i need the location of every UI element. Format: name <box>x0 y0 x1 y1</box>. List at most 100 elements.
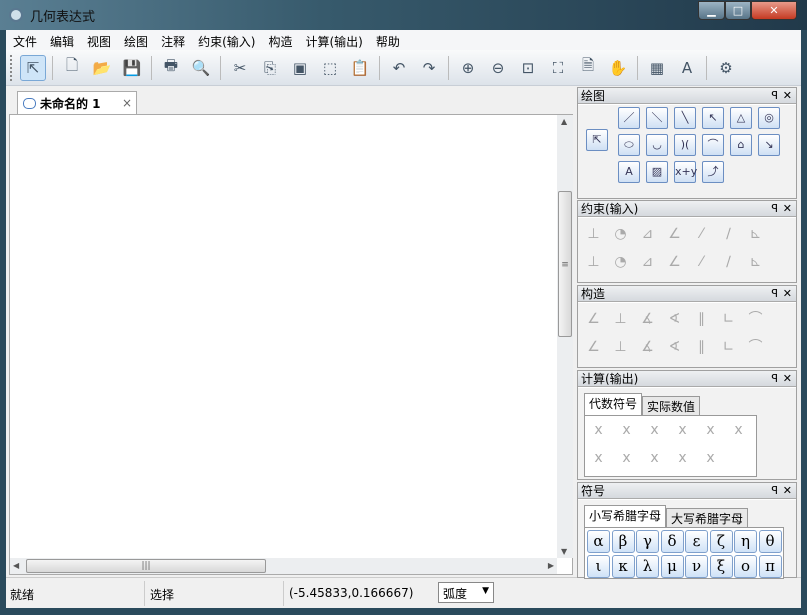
zoom-out-icon[interactable]: ⊖ <box>485 55 511 81</box>
compute-tool-button[interactable]: x <box>699 447 722 469</box>
construct-tool-button[interactable]: ∟ <box>717 336 740 358</box>
scroll-left-arrow[interactable]: ◀ <box>13 561 19 570</box>
zoom-rect-icon[interactable]: ⊡ <box>515 55 541 81</box>
compute-tool-button[interactable]: x <box>615 419 638 441</box>
constraint-tool-button[interactable]: ⊥ <box>582 251 605 273</box>
draw-tool-button[interactable]: ⌂ <box>730 134 752 156</box>
draw-tool-button[interactable]: x+y <box>674 161 697 183</box>
construct-tool-button[interactable]: ∢ <box>663 308 686 330</box>
menu-item[interactable]: 计算(输出) <box>298 30 368 50</box>
constraint-tool-button[interactable]: ⊿ <box>636 251 659 273</box>
menu-item[interactable]: 文件 <box>6 30 43 50</box>
compute-tool-button[interactable]: x <box>671 419 694 441</box>
undo-icon[interactable]: ↶ <box>386 55 412 81</box>
open-folder-icon[interactable]: 📂 <box>89 55 115 81</box>
greek-letter-button[interactable]: β <box>611 530 635 553</box>
zoom-page-icon[interactable]: 🗎 <box>575 55 601 81</box>
zoom-fit-icon[interactable]: ⛶ <box>545 55 571 81</box>
settings-gears-icon[interactable]: ⚙ <box>713 55 739 81</box>
grid-icon[interactable]: ▦ <box>644 55 670 81</box>
constraint-tool-button[interactable]: ∕ <box>717 223 740 245</box>
draw-tool-button[interactable]: ◎ <box>758 107 780 129</box>
constraint-tool-button[interactable]: ◔ <box>609 251 632 273</box>
maximize-button[interactable]: □ <box>725 1 751 20</box>
greek-letter-button[interactable]: ε <box>685 530 708 553</box>
save-icon[interactable]: 💾 <box>119 55 145 81</box>
constraint-tool-button[interactable]: ⊾ <box>744 251 767 273</box>
tab-lowercase-greek[interactable]: 小写希腊字母 <box>584 505 667 528</box>
constraint-tool-button[interactable]: ∠ <box>663 251 686 273</box>
angle-unit-select[interactable]: 弧度 ▼ <box>438 582 494 603</box>
copy-icon[interactable]: ⎘ <box>257 55 283 81</box>
constraint-tool-button[interactable]: ⁄ <box>690 251 713 273</box>
constraint-tool-button[interactable]: ⊿ <box>636 223 659 245</box>
greek-letter-button[interactable]: κ <box>611 555 635 578</box>
compute-tool-button[interactable]: x <box>699 419 722 441</box>
cut-icon[interactable]: ✂ <box>227 55 253 81</box>
construct-tool-button[interactable]: ⌒ <box>744 336 767 358</box>
greek-letter-button[interactable]: λ <box>636 555 659 578</box>
menu-item[interactable]: 帮助 <box>369 30 406 50</box>
scroll-up-arrow[interactable]: ▲ <box>561 117 567 126</box>
font-icon[interactable]: A <box>674 55 700 81</box>
greek-letter-button[interactable]: ι <box>587 555 610 578</box>
draw-tool-button[interactable]: ⌒ <box>702 134 724 156</box>
close-panel-icon[interactable]: ✕ <box>783 371 792 387</box>
toolbar-grip[interactable] <box>10 54 14 81</box>
constraint-tool-button[interactable]: ◔ <box>609 223 632 245</box>
construct-tool-button[interactable]: ⊥ <box>609 336 632 358</box>
construct-tool-button[interactable]: ⌒ <box>744 308 767 330</box>
construct-tool-button[interactable]: ∢ <box>663 336 686 358</box>
vertical-scroll-thumb[interactable]: ≡ <box>558 191 572 337</box>
pin-icon[interactable]: ꟼ <box>771 88 778 104</box>
compute-tool-button[interactable]: x <box>615 447 638 469</box>
construct-tool-button[interactable]: ∥ <box>690 308 713 330</box>
pin-icon[interactable]: ꟼ <box>771 371 778 387</box>
constraint-tool-button[interactable]: ∠ <box>663 223 686 245</box>
construct-tool-button[interactable]: ∡ <box>636 308 659 330</box>
draw-tool-button[interactable]: ↘ <box>758 134 780 156</box>
construct-tool-button[interactable]: ∥ <box>690 336 713 358</box>
construct-tool-button[interactable]: ∠ <box>582 336 605 358</box>
scroll-down-arrow[interactable]: ▼ <box>561 547 567 556</box>
tab-uppercase-greek[interactable]: 大写希腊字母 <box>666 508 749 528</box>
draw-tool-button[interactable]: ／ <box>618 107 640 129</box>
draw-tool-button[interactable]: ⇱ <box>586 129 608 151</box>
print-icon[interactable]: 🖶 <box>158 55 184 81</box>
close-panel-icon[interactable]: ✕ <box>783 483 792 499</box>
compute-tool-button[interactable]: x <box>727 419 750 441</box>
greek-letter-button[interactable]: ν <box>685 555 708 578</box>
menu-item[interactable]: 构造 <box>261 30 298 50</box>
minimize-button[interactable]: ▁ <box>698 1 725 20</box>
print-preview-icon[interactable]: 🔍 <box>188 55 214 81</box>
draw-tool-button[interactable]: ＼ <box>646 107 668 129</box>
compute-tool-button[interactable]: x <box>587 447 610 469</box>
greek-letter-button[interactable]: ο <box>734 555 757 578</box>
greek-letter-button[interactable]: μ <box>660 555 684 578</box>
menu-item[interactable]: 约束(输入) <box>191 30 261 50</box>
paste-icon[interactable]: 📋 <box>347 55 373 81</box>
new-file-icon[interactable]: 🗋 <box>59 55 85 81</box>
greek-letter-button[interactable]: δ <box>660 530 684 553</box>
draw-tool-button[interactable]: A <box>618 161 640 183</box>
greek-letter-button[interactable]: π <box>758 555 782 578</box>
constraint-tool-button[interactable]: ⊾ <box>744 223 767 245</box>
vertical-scrollbar[interactable]: ▲ ≡ ▼ <box>557 115 573 558</box>
menu-item[interactable]: 注释 <box>154 30 191 50</box>
construct-tool-button[interactable]: ⊥ <box>609 308 632 330</box>
constraint-tool-button[interactable]: ⊥ <box>582 223 605 245</box>
menu-item[interactable]: 视图 <box>80 30 117 50</box>
close-panel-icon[interactable]: ✕ <box>783 286 792 302</box>
close-tab-icon[interactable]: × <box>122 96 132 110</box>
copy-window-icon[interactable]: ▣ <box>287 55 313 81</box>
close-panel-icon[interactable]: ✕ <box>783 201 792 217</box>
tab-algebraic[interactable]: 代数符号 <box>584 393 643 416</box>
redo-icon[interactable]: ↷ <box>416 55 442 81</box>
copy-selection-icon[interactable]: ⬚ <box>317 55 343 81</box>
draw-tool-button[interactable]: ⬭ <box>618 134 640 156</box>
greek-letter-button[interactable]: η <box>734 530 757 553</box>
compute-tool-button[interactable]: x <box>671 447 694 469</box>
menu-item[interactable]: 编辑 <box>43 30 80 50</box>
document-tab[interactable]: 未命名的 1 × <box>17 91 137 114</box>
close-button[interactable]: ✕ <box>751 1 797 20</box>
